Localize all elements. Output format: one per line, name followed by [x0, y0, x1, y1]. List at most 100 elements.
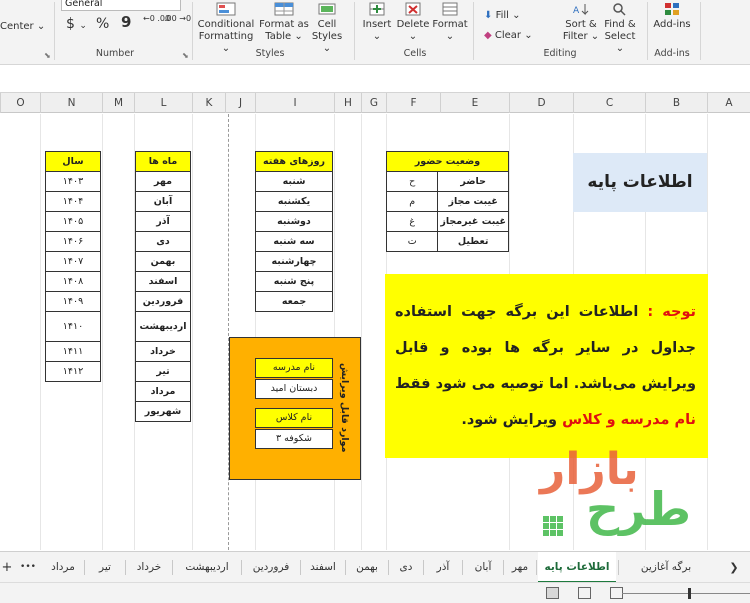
column-header[interactable]: G [361, 93, 386, 113]
tab-azar[interactable]: آذر [425, 552, 461, 583]
table-cell[interactable]: مرداد [135, 381, 191, 402]
note-box[interactable]: توجه : اطلاعات این برگه جهت استفاده جداو… [385, 274, 708, 458]
currency-button[interactable]: $ ⌄ [66, 17, 87, 33]
table-cell[interactable]: تیر [135, 361, 191, 382]
add-sheet-button[interactable]: + [0, 552, 14, 583]
table-cell[interactable]: ۱۴۰۷ [45, 251, 101, 272]
zoom-slider[interactable] [622, 593, 750, 594]
tab-ordibehesht[interactable]: اردیبهشت [174, 552, 240, 583]
merge-center-button[interactable]: Center ⌄ [0, 20, 45, 33]
tab-khordad[interactable]: خرداد [127, 552, 171, 583]
clear-button[interactable]: ◆ Clear ⌄ [484, 29, 533, 42]
table-cell[interactable]: ت [385, 231, 439, 252]
tab-mehr[interactable]: مهر [505, 552, 535, 583]
column-header[interactable]: E [440, 93, 509, 113]
scroll-tabs-left-icon[interactable]: ❮ [724, 552, 744, 583]
column-header[interactable]: K [192, 93, 225, 113]
table-cell[interactable]: تعطیل [437, 231, 509, 252]
school-name-field[interactable]: دبستان امید [255, 379, 333, 399]
table-cell[interactable]: دوشنبه [255, 211, 333, 232]
tab-mordad[interactable]: مرداد [44, 552, 82, 583]
table-header[interactable]: ماه ها [135, 151, 191, 172]
percent-button[interactable]: % [96, 17, 109, 31]
column-header[interactable]: I [255, 93, 334, 113]
insert-cells-button[interactable]: Insert ⌄ [360, 2, 394, 43]
tab-esfand[interactable]: اسفند [302, 552, 344, 583]
table-cell[interactable]: سه شنبه [255, 231, 333, 252]
decrease-decimal-button[interactable]: .00 →0 [164, 14, 191, 23]
table-cell[interactable]: غ [385, 211, 439, 232]
format-cells-button[interactable]: Format ⌄ [432, 2, 468, 43]
column-header[interactable]: J [225, 93, 255, 113]
table-cell[interactable]: اسفند [135, 271, 191, 292]
tab-start-sheet[interactable]: برگه آغازین [620, 552, 712, 583]
column-header[interactable]: O [0, 93, 40, 113]
conditional-formatting-button[interactable]: Conditional Formatting ⌄ [196, 2, 256, 55]
tab-dey[interactable]: دی [390, 552, 422, 583]
fill-button[interactable]: ⬇ Fill ⌄ [484, 9, 521, 22]
comma-style-button[interactable]: 9 [121, 15, 131, 30]
table-cell[interactable]: چهارشنبه [255, 251, 333, 272]
column-header[interactable]: D [509, 93, 573, 113]
class-name-field[interactable]: شکوفه ۳ [255, 429, 333, 449]
table-cell[interactable]: م [385, 191, 439, 212]
table-cell[interactable]: ۱۴۰۴ [45, 191, 101, 212]
column-header[interactable]: M [102, 93, 134, 113]
column-header[interactable]: H [334, 93, 361, 113]
alignment-launcher-icon[interactable]: ⬊ [44, 51, 51, 60]
table-cell[interactable]: ۱۴۰۳ [45, 171, 101, 192]
worksheet-grid[interactable]: سال ۱۴۰۳ ۱۴۰۴ ۱۴۰۵ ۱۴۰۶ ۱۴۰۷ ۱۴۰۸ ۱۴۰۹ ۱… [0, 114, 750, 550]
zoom-slider-thumb[interactable] [688, 588, 691, 599]
table-cell[interactable]: اردیبهشت [135, 311, 191, 342]
cell-styles-button[interactable]: Cell Styles ⌄ [309, 2, 345, 55]
normal-view-icon[interactable] [546, 587, 559, 599]
table-cell[interactable]: حاضر [437, 171, 509, 192]
sort-filter-button[interactable]: A Sort & Filter ⌄ [558, 2, 604, 43]
column-header[interactable]: B [645, 93, 707, 113]
table-cell[interactable]: ۱۴۰۸ [45, 271, 101, 292]
column-header[interactable]: L [134, 93, 192, 113]
column-header[interactable]: F [386, 93, 440, 113]
table-cell[interactable]: ح [385, 171, 439, 192]
table-cell[interactable]: ۱۴۱۲ [45, 361, 101, 382]
table-cell[interactable]: خرداد [135, 341, 191, 362]
tab-tir[interactable]: تیر [86, 552, 124, 583]
page-title[interactable]: اطلاعات پایه [573, 153, 707, 212]
table-cell[interactable]: ۱۴۰۵ [45, 211, 101, 232]
table-cell[interactable]: فروردین [135, 291, 191, 312]
format-as-table-button[interactable]: Format as Table ⌄ [259, 2, 309, 43]
tab-farvardin[interactable]: فروردین [243, 552, 299, 583]
table-cell[interactable]: ۱۴۰۶ [45, 231, 101, 252]
table-cell[interactable]: آبان [135, 191, 191, 212]
table-cell[interactable]: یکشنبه [255, 191, 333, 212]
number-launcher-icon[interactable]: ⬊ [182, 51, 189, 60]
table-cell[interactable]: غیبت غیرمجاز [437, 211, 509, 232]
addins-button[interactable]: Add-ins [652, 2, 692, 31]
table-cell[interactable]: دی [135, 231, 191, 252]
tab-base-info[interactable]: اطلاعات پایه [538, 552, 616, 583]
column-header[interactable]: A [707, 93, 750, 113]
more-sheets-button[interactable]: ••• [17, 552, 39, 583]
table-cell[interactable]: مهر [135, 171, 191, 192]
number-format-dropdown[interactable]: General [61, 0, 181, 11]
table-cell[interactable]: شنبه [255, 171, 333, 192]
table-cell[interactable]: آذر [135, 211, 191, 232]
increase-decimal-button[interactable]: ←0 .00 [143, 14, 170, 23]
delete-cells-button[interactable]: Delete ⌄ [396, 2, 430, 43]
table-cell[interactable]: پنج شنبه [255, 271, 333, 292]
find-select-button[interactable]: Find & Select ⌄ [600, 2, 640, 55]
table-header[interactable]: روزهای هفته [255, 151, 333, 172]
table-header[interactable]: سال [45, 151, 101, 172]
table-cell[interactable]: جمعه [255, 291, 333, 312]
column-header[interactable]: C [573, 93, 645, 113]
tab-aban[interactable]: آبان [464, 552, 502, 583]
table-cell[interactable]: ۱۴۱۰ [45, 311, 101, 342]
tab-bahman[interactable]: بهمن [347, 552, 387, 583]
table-header[interactable]: وضعیت حضور [386, 151, 509, 172]
column-header[interactable]: N [40, 93, 102, 113]
table-cell[interactable]: ۱۴۰۹ [45, 291, 101, 312]
table-cell[interactable]: بهمن [135, 251, 191, 272]
table-cell[interactable]: ۱۴۱۱ [45, 341, 101, 362]
page-layout-view-icon[interactable] [578, 587, 591, 599]
table-cell[interactable]: غیبت مجاز [437, 191, 509, 212]
